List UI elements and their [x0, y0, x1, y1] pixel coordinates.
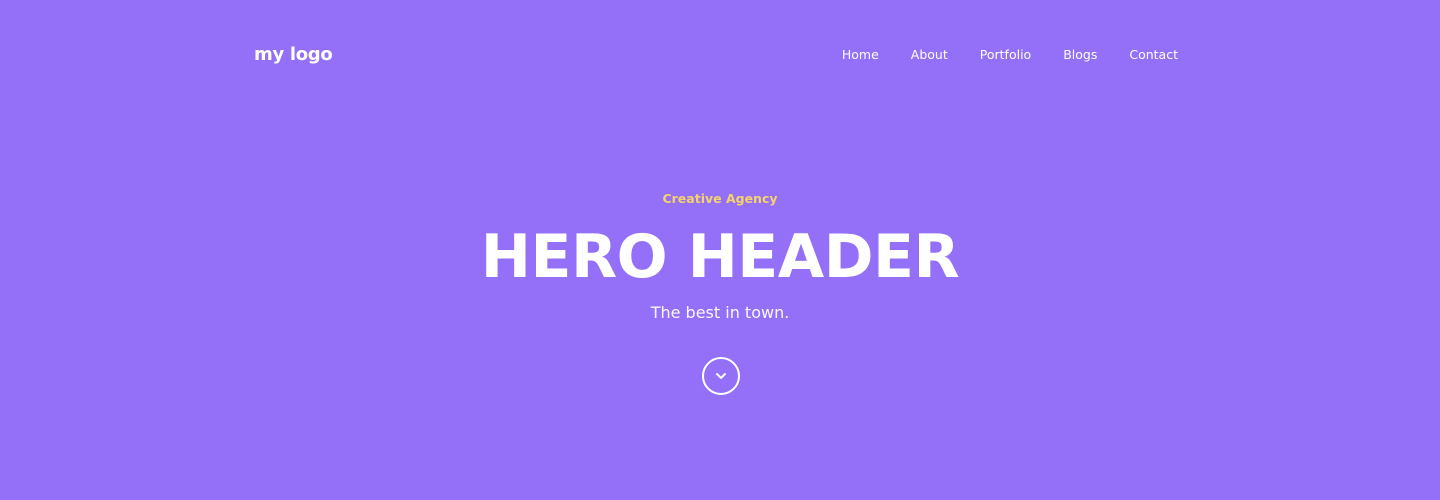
hero-eyebrow: Creative Agency	[662, 191, 778, 206]
scroll-down-button[interactable]	[702, 357, 740, 395]
hero-subtitle: The best in town.	[650, 303, 790, 322]
hero-section: Creative Agency HERO HEADER The best in …	[0, 0, 1440, 500]
chevron-down-icon	[716, 373, 726, 379]
hero-title: HERO HEADER	[480, 222, 960, 292]
